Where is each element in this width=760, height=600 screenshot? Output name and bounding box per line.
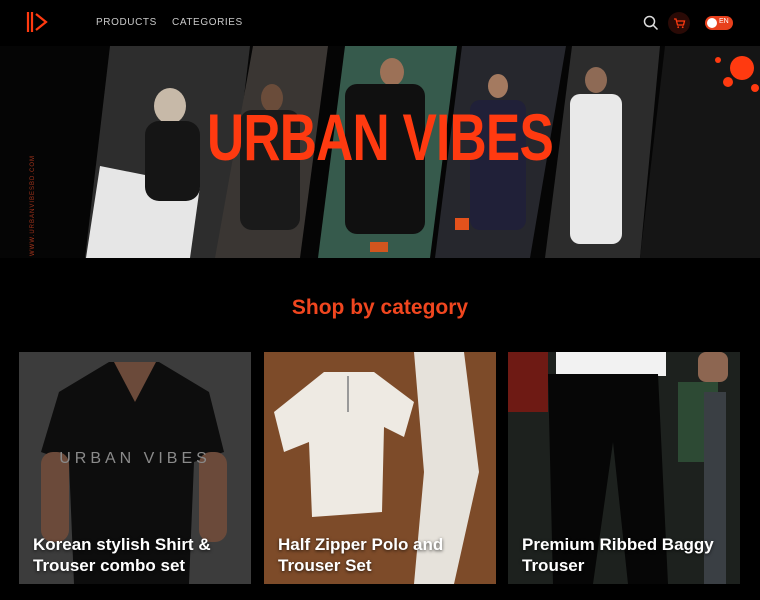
hero-title: URBAN VIBES: [206, 100, 554, 174]
language-label: EN: [719, 18, 729, 25]
toggle-knob: [707, 18, 717, 28]
section-title: Shop by category: [291, 296, 469, 319]
search-icon[interactable]: [642, 14, 660, 32]
nav-products[interactable]: PRODUCTS: [96, 17, 157, 28]
category-title: Premium Ribbed Baggy Trouser: [522, 535, 714, 575]
category-title: Half Zipper Polo and Trouser Set: [278, 535, 444, 575]
shirt-print-text: URBAN VIBES: [59, 450, 211, 467]
hero-banner: WWW.URBANVIBESBD.COM URBAN VIBES: [0, 46, 760, 258]
website-vertical-text: WWW.URBANVIBESBD.COM: [30, 154, 36, 256]
cart-button[interactable]: [668, 12, 690, 34]
category-card[interactable]: Half Zipper Polo and Trouser Set: [264, 352, 496, 584]
category-title: Korean stylish Shirt & Trouser combo set: [33, 535, 211, 575]
category-card[interactable]: Premium Ribbed Baggy Trouser: [508, 352, 740, 584]
site-header: PRODUCTS CATEGORIES EN: [0, 0, 760, 46]
category-card[interactable]: URBAN VIBES Korean stylish Shirt & Trous…: [19, 352, 251, 584]
logo-icon[interactable]: [26, 10, 48, 34]
nav-categories[interactable]: CATEGORIES: [172, 17, 243, 28]
cart-icon: [674, 18, 686, 29]
language-toggle[interactable]: EN: [705, 16, 733, 30]
